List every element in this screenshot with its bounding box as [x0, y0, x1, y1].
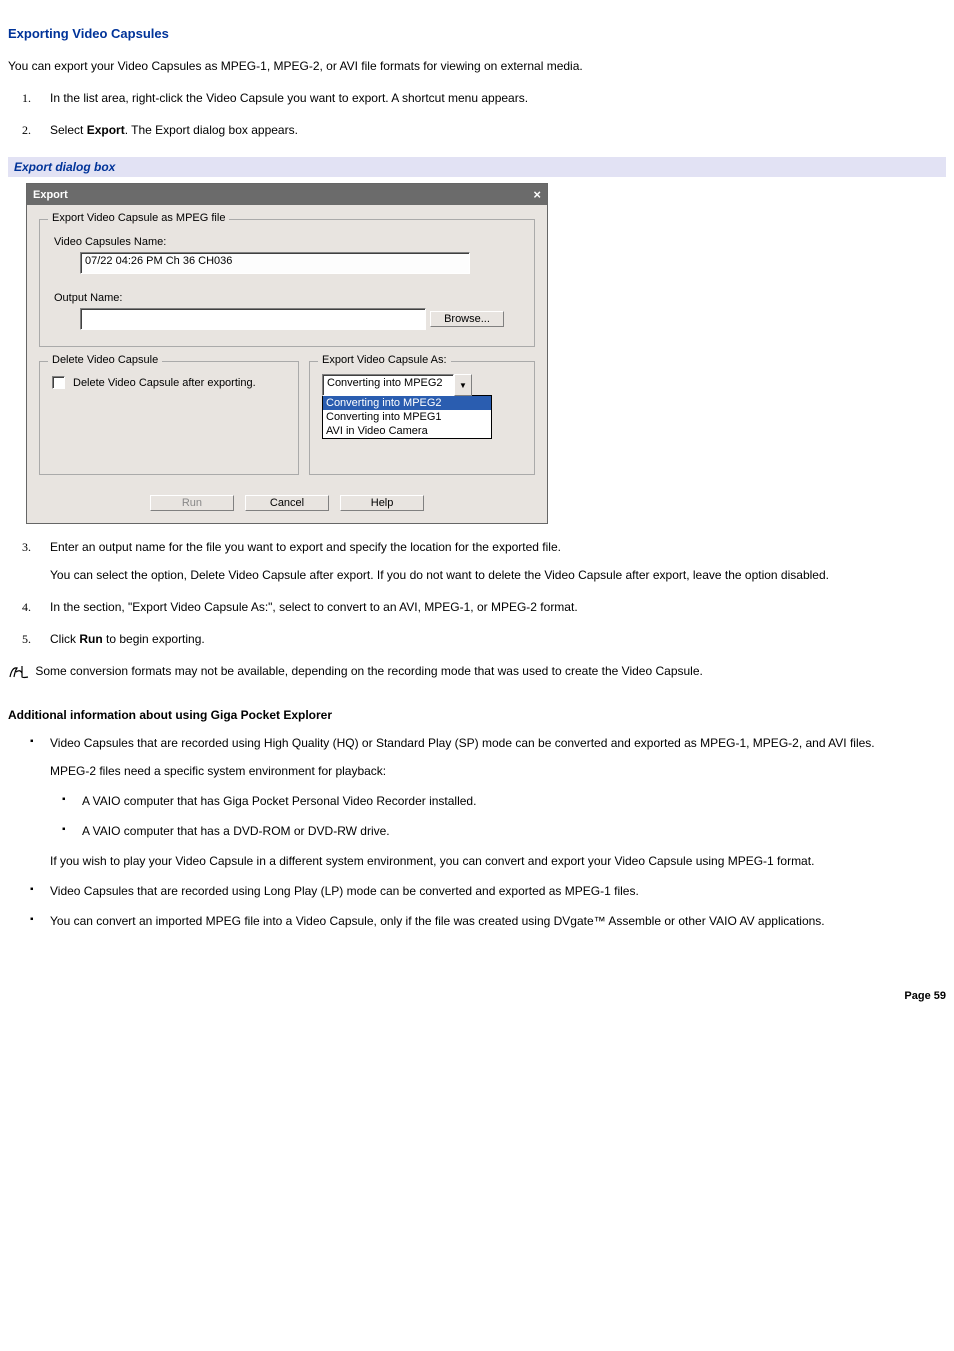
step-text: Select — [50, 123, 87, 137]
steps-bottom: 3. Enter an output name for the file you… — [8, 538, 946, 648]
steps-top: 1. In the list area, right-click the Vid… — [8, 89, 946, 139]
note-text: Some conversion formats may not be avail… — [32, 664, 703, 678]
delete-checkbox[interactable] — [52, 376, 65, 389]
step-5: 5. Click Run to begin exporting. — [50, 630, 946, 648]
step-1: 1. In the list area, right-click the Vid… — [50, 89, 946, 107]
list-item: You can convert an imported MPEG file in… — [50, 912, 946, 930]
li-para: MPEG-2 files need a specific system envi… — [50, 762, 946, 780]
figure-caption: Export dialog box — [8, 157, 946, 177]
list-item: Video Capsules that are recorded using H… — [50, 734, 946, 870]
dialog-title-text: Export — [33, 189, 68, 201]
group-delete: Delete Video Capsule Delete Video Capsul… — [39, 361, 299, 475]
page-number: Page 59 — [8, 990, 946, 1002]
chevron-down-icon[interactable]: ▼ — [454, 374, 472, 396]
group-label-delete: Delete Video Capsule — [48, 354, 162, 366]
step-number: 2. — [22, 121, 31, 139]
step-2: 2. Select Export. The Export dialog box … — [50, 121, 946, 139]
combo-value: Converting into MPEG2 — [322, 374, 454, 396]
step-4: 4. In the section, "Export Video Capsule… — [50, 598, 946, 616]
group-label: Export Video Capsule as MPEG file — [48, 212, 229, 224]
step-strong: Export — [87, 123, 125, 137]
group-export-mpeg: Export Video Capsule as MPEG file Video … — [39, 219, 535, 347]
dialog-button-row: Run Cancel Help — [39, 495, 535, 511]
list-item: A VAIO computer that has Giga Pocket Per… — [82, 792, 946, 810]
group-label-export-as: Export Video Capsule As: — [318, 354, 451, 366]
step-number: 3. — [22, 538, 31, 556]
cancel-button[interactable]: Cancel — [245, 495, 329, 511]
dialog-two-col: Delete Video Capsule Delete Video Capsul… — [39, 357, 535, 485]
step-text: In the section, "Export Video Capsule As… — [50, 600, 578, 614]
list-item: A VAIO computer that has a DVD-ROM or DV… — [82, 822, 946, 840]
export-dialog: Export × Export Video Capsule as MPEG fi… — [26, 183, 548, 524]
step-number: 4. — [22, 598, 31, 616]
step-number: 1. — [22, 89, 31, 107]
step-strong: Run — [79, 632, 102, 646]
li-para: If you wish to play your Video Capsule i… — [50, 852, 946, 870]
export-format-combo[interactable]: Converting into MPEG2 ▼ — [322, 374, 472, 396]
additional-info-list: Video Capsules that are recorded using H… — [8, 734, 946, 930]
vc-name-input: 07/22 04:26 PM Ch 36 CH036 — [80, 252, 470, 274]
dialog-titlebar: Export × — [27, 184, 547, 205]
dialog-body: Export Video Capsule as MPEG file Video … — [27, 205, 547, 523]
browse-button[interactable]: Browse... — [430, 311, 504, 327]
help-button[interactable]: Help — [340, 495, 424, 511]
group-export-as: Export Video Capsule As: Converting into… — [309, 361, 535, 475]
step-3: 3. Enter an output name for the file you… — [50, 538, 946, 584]
note-icon — [8, 664, 30, 680]
output-name-input[interactable] — [80, 308, 426, 330]
sub-list: A VAIO computer that has Giga Pocket Per… — [50, 792, 946, 840]
list-item: Video Capsules that are recorded using L… — [50, 882, 946, 900]
note-paragraph: Some conversion formats may not be avail… — [8, 662, 946, 680]
dropdown-option[interactable]: AVI in Video Camera — [323, 424, 491, 438]
step-number: 5. — [22, 630, 31, 648]
intro-paragraph: You can export your Video Capsules as MP… — [8, 57, 946, 75]
delete-checkbox-label: Delete Video Capsule after exporting. — [73, 377, 256, 389]
output-name-label: Output Name: — [54, 292, 522, 304]
step-text: Enter an output name for the file you wa… — [50, 540, 561, 554]
vc-name-label: Video Capsules Name: — [54, 236, 522, 248]
dropdown-option[interactable]: Converting into MPEG2 — [323, 396, 491, 410]
step-text: Click — [50, 632, 79, 646]
dropdown-option[interactable]: Converting into MPEG1 — [323, 410, 491, 424]
step-extra: You can select the option, Delete Video … — [50, 566, 946, 584]
export-format-dropdown: Converting into MPEG2 Converting into MP… — [322, 395, 492, 439]
close-icon[interactable]: × — [533, 187, 541, 202]
run-button[interactable]: Run — [150, 495, 234, 511]
step-text-after: . The Export dialog box appears. — [125, 123, 298, 137]
subheading: Additional information about using Giga … — [8, 708, 946, 722]
step-text: In the list area, right-click the Video … — [50, 91, 528, 105]
li-text: Video Capsules that are recorded using H… — [50, 736, 875, 750]
delete-row: Delete Video Capsule after exporting. — [52, 376, 286, 389]
page-heading: Exporting Video Capsules — [8, 26, 946, 41]
step-text-after: to begin exporting. — [103, 632, 205, 646]
